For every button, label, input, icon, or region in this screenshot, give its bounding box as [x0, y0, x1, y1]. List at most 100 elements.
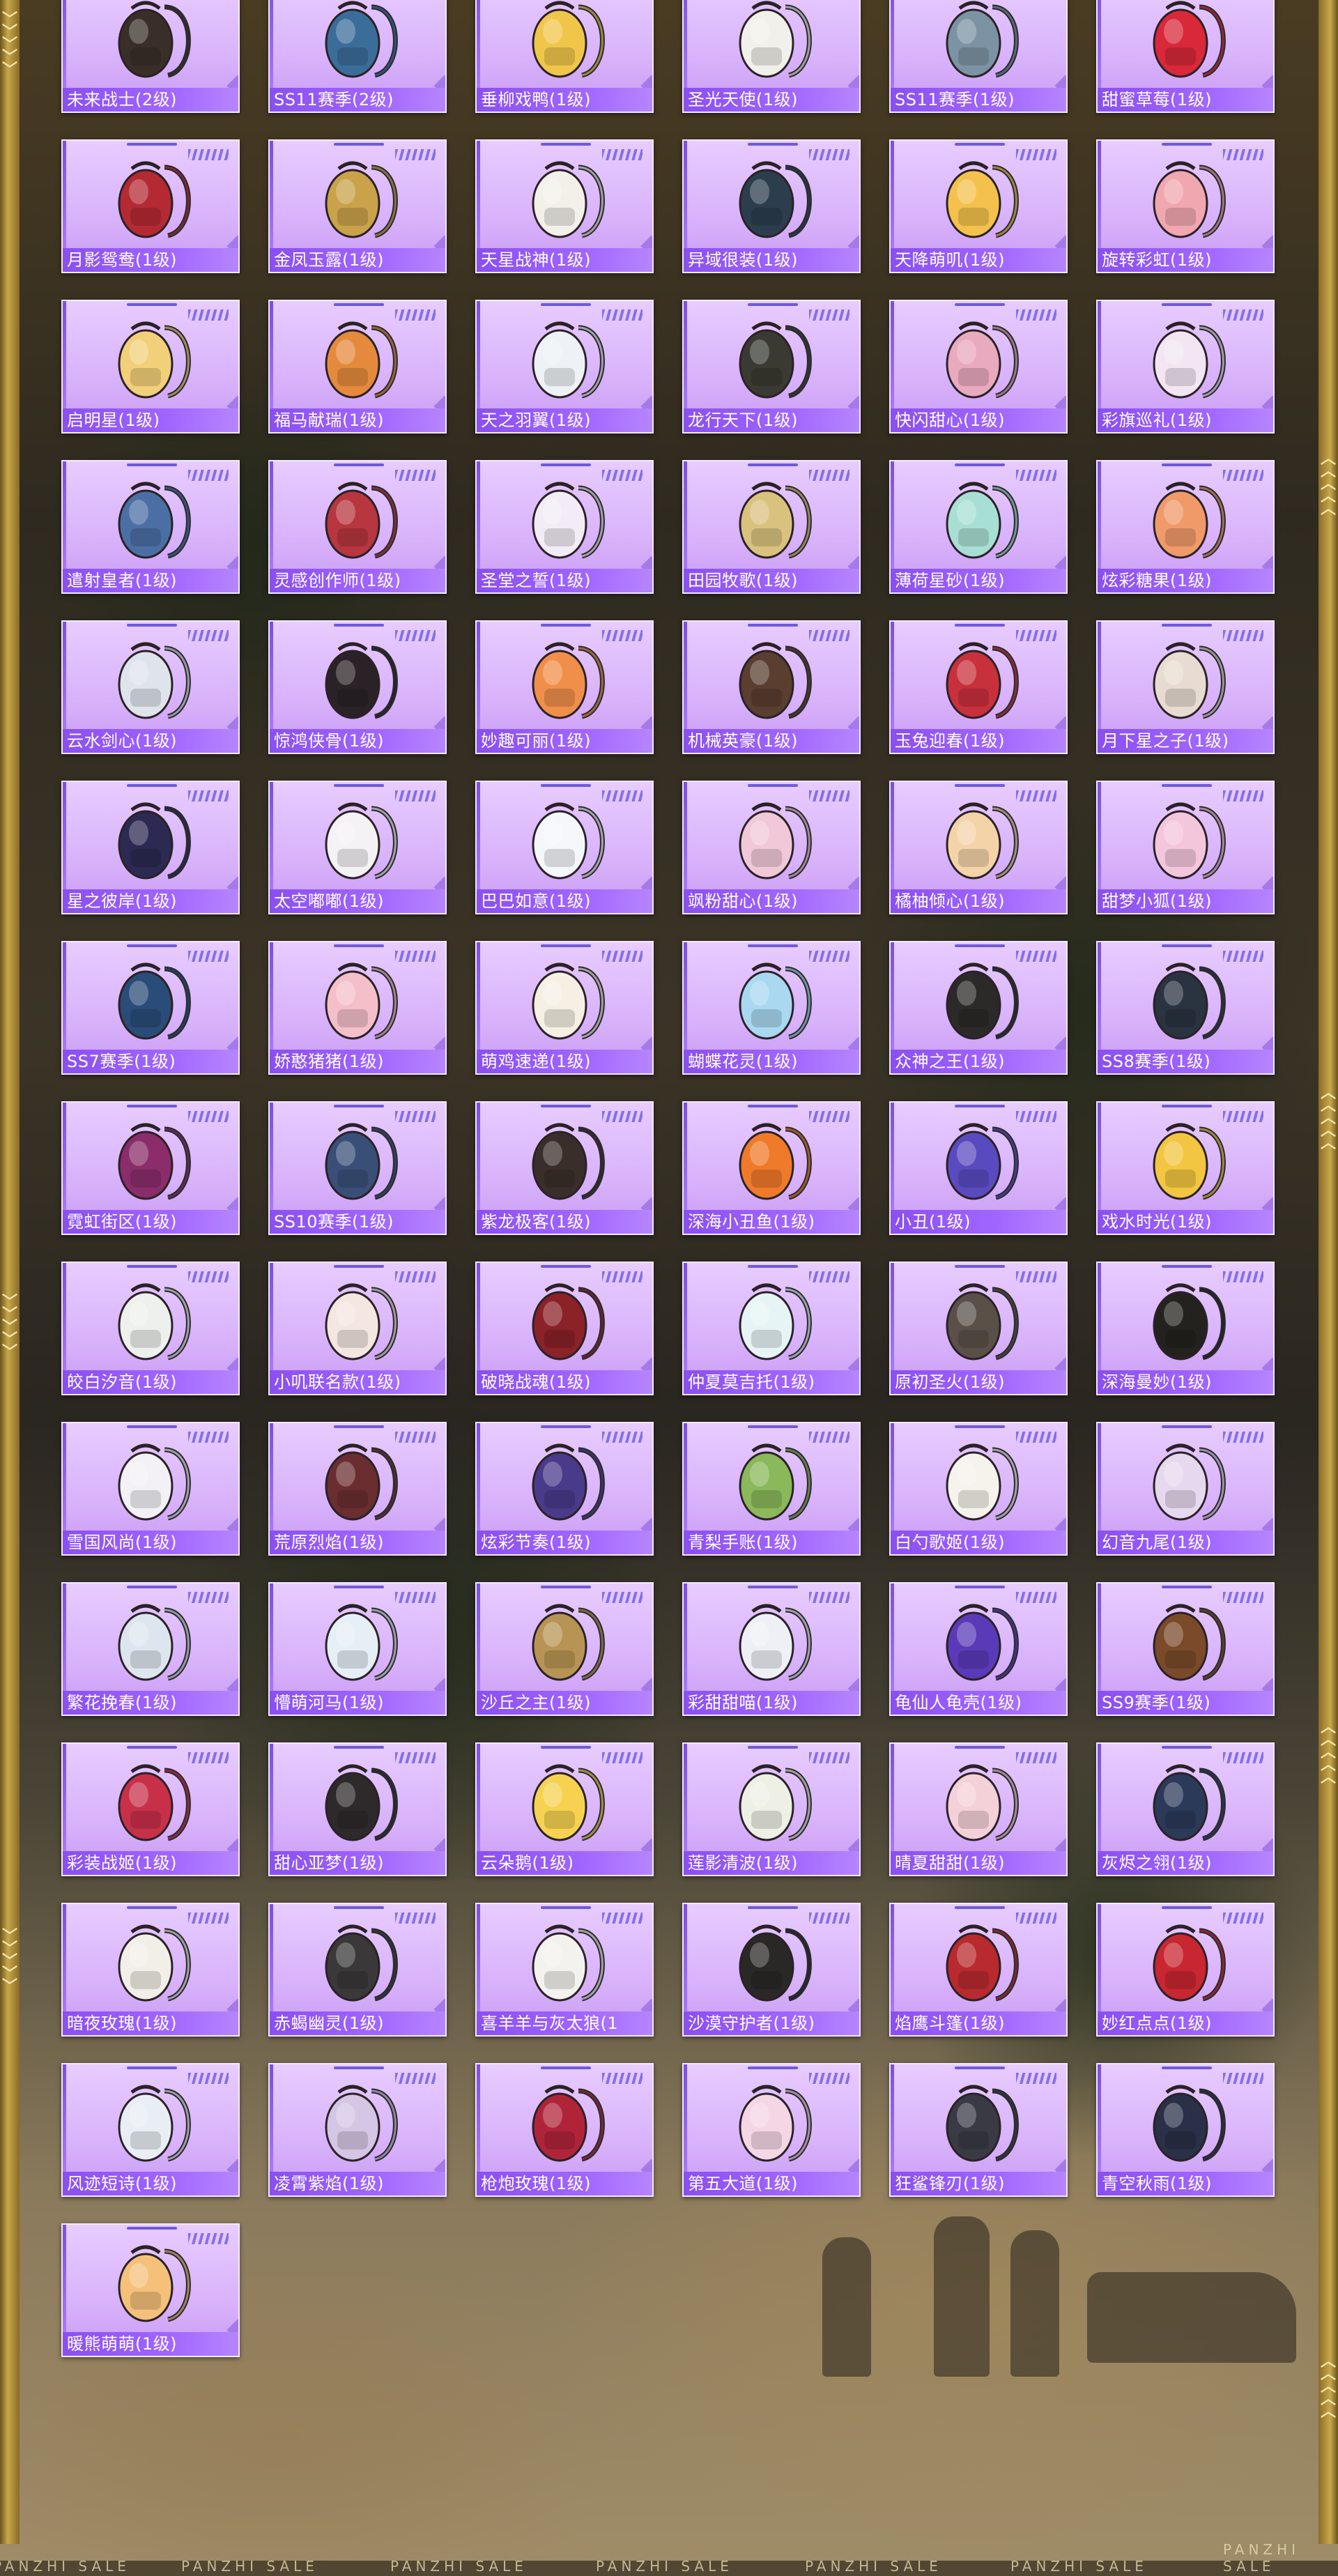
item-card[interactable]: 沙漠守护者(1级) — [682, 1903, 861, 2037]
item-card[interactable]: 繁花挽春(1级) — [61, 1582, 240, 1716]
item-card[interactable]: 炫彩节奏(1级) — [475, 1422, 654, 1556]
item-card[interactable]: 雪国风尚(1级) — [61, 1422, 240, 1556]
item-card[interactable]: 圣堂之誓(1级) — [475, 460, 654, 594]
item-card[interactable]: 旋转彩虹(1级) — [1096, 139, 1275, 273]
backpack-icon — [118, 1604, 191, 1681]
card-top-bar — [1162, 1586, 1212, 1588]
item-card[interactable]: 彩甜甜喵(1级) — [682, 1582, 861, 1716]
item-card[interactable]: 太空嘟嘟(1级) — [268, 781, 447, 914]
item-card[interactable]: 金凤玉露(1级) — [268, 139, 447, 273]
item-card[interactable]: 龟仙人龟壳(1级) — [889, 1582, 1068, 1716]
card-top-bar — [127, 1105, 177, 1107]
item-card[interactable]: 原初圣火(1级) — [889, 1262, 1068, 1395]
item-card[interactable]: 暖熊萌萌(1级) — [61, 2223, 240, 2357]
chevron-up-icon: ︿ ︿ ︿ ︿ ︿ — [1320, 2353, 1336, 2421]
item-card[interactable]: SS7赛季(1级) — [61, 941, 240, 1075]
item-card[interactable]: 懵萌河马(1级) — [268, 1582, 447, 1716]
item-card[interactable]: 妙红点点(1级) — [1096, 1903, 1275, 2037]
item-card[interactable]: SS9赛季(1级) — [1096, 1582, 1275, 1716]
item-card[interactable]: 莲影清波(1级) — [682, 1742, 861, 1876]
item-label: 沙漠守护者(1级) — [684, 2011, 859, 2035]
item-card[interactable]: 第五大道(1级) — [682, 2063, 861, 2197]
item-card[interactable]: 破晓战魂(1级) — [475, 1262, 654, 1395]
item-label: 玉兔迎春(1级) — [891, 729, 1066, 753]
item-card[interactable]: 天之羽翼(1级) — [475, 300, 654, 434]
item-card[interactable]: 沙丘之主(1级) — [475, 1582, 654, 1716]
item-card[interactable]: SS11赛季(1级) — [889, 0, 1068, 113]
item-card[interactable]: 幻音九尾(1级) — [1096, 1422, 1275, 1556]
item-card[interactable]: 彩装战姬(1级) — [61, 1742, 240, 1876]
card-top-bar — [748, 1586, 798, 1588]
item-card[interactable]: 深海小丑鱼(1级) — [682, 1101, 861, 1235]
item-card[interactable]: 赤蝎幽灵(1级) — [268, 1903, 447, 2037]
item-card[interactable]: 薄荷星砂(1级) — [889, 460, 1068, 594]
item-label: 蝴蝶花灵(1级) — [684, 1050, 859, 1073]
item-card[interactable]: 暗夜玫瑰(1级) — [61, 1903, 240, 2037]
item-card[interactable]: 甜蜜草莓(1级) — [1096, 0, 1275, 113]
item-card[interactable]: 快闪甜心(1级) — [889, 300, 1068, 434]
item-card[interactable]: 遣射皇者(1级) — [61, 460, 240, 594]
item-card[interactable]: 巴巴如意(1级) — [475, 781, 654, 914]
item-card[interactable]: 机械英豪(1级) — [682, 620, 861, 754]
item-label: 彩甜甜喵(1级) — [684, 1691, 859, 1715]
item-card[interactable]: 焰鹰斗篷(1级) — [889, 1903, 1068, 2037]
backpack-icon — [739, 2085, 812, 2162]
item-card[interactable]: 霓虹街区(1级) — [61, 1101, 240, 1235]
item-card[interactable]: 甜心亚梦(1级) — [268, 1742, 447, 1876]
item-card[interactable]: 仲夏莫吉托(1级) — [682, 1262, 861, 1395]
item-card[interactable]: 垂柳戏鸭(1级) — [475, 0, 654, 113]
item-card[interactable]: 彩旗巡礼(1级) — [1096, 300, 1275, 434]
item-card[interactable]: 灰烬之翎(1级) — [1096, 1742, 1275, 1876]
item-card[interactable]: 田园牧歌(1级) — [682, 460, 861, 594]
item-card[interactable]: 炫彩糖果(1级) — [1096, 460, 1275, 594]
item-card[interactable]: SS8赛季(1级) — [1096, 941, 1275, 1075]
item-card[interactable]: 荒原烈焰(1级) — [268, 1422, 447, 1556]
item-card[interactable]: 狂鲨锋刃(1级) — [889, 2063, 1068, 2197]
item-card[interactable]: 福马献瑞(1级) — [268, 300, 447, 434]
item-card[interactable]: 紫龙极客(1级) — [475, 1101, 654, 1235]
item-card[interactable]: 凌霄紫焰(1级) — [268, 2063, 447, 2197]
item-card[interactable]: 枪炮玫瑰(1级) — [475, 2063, 654, 2197]
item-card[interactable]: 圣光天使(1级) — [682, 0, 861, 113]
card-top-bar — [334, 1265, 384, 1268]
item-card[interactable]: 橘柚倾心(1级) — [889, 781, 1068, 914]
item-card[interactable]: 月下星之子(1级) — [1096, 620, 1275, 754]
item-card[interactable]: 深海曼妙(1级) — [1096, 1262, 1275, 1395]
item-card[interactable]: 飒粉甜心(1级) — [682, 781, 861, 914]
item-card[interactable]: 晴夏甜甜(1级) — [889, 1742, 1068, 1876]
item-card[interactable]: 小叽联名款(1级) — [268, 1262, 447, 1395]
item-card[interactable]: 天降萌叽(1级) — [889, 139, 1068, 273]
item-card[interactable]: 玉兔迎春(1级) — [889, 620, 1068, 754]
item-card[interactable]: 众神之王(1级) — [889, 941, 1068, 1075]
item-card[interactable]: 月影鸳鸯(1级) — [61, 139, 240, 273]
item-card[interactable]: 妙趣可丽(1级) — [475, 620, 654, 754]
item-card[interactable]: 小丑(1级) — [889, 1101, 1068, 1235]
item-card[interactable]: 云朵鹅(1级) — [475, 1742, 654, 1876]
item-card[interactable]: SS10赛季(1级) — [268, 1101, 447, 1235]
item-card[interactable]: 戏水时光(1级) — [1096, 1101, 1275, 1235]
item-card[interactable]: 异域很装(1级) — [682, 139, 861, 273]
card-top-bar — [127, 2067, 177, 2069]
item-card[interactable]: 青梨手账(1级) — [682, 1422, 861, 1556]
item-card[interactable]: 甜梦小狐(1级) — [1096, 781, 1275, 914]
item-card[interactable]: 娇憨猪猪(1级) — [268, 941, 447, 1075]
item-card[interactable]: 皎白汐音(1级) — [61, 1262, 240, 1395]
item-card[interactable]: 喜羊羊与灰太狼(1 — [475, 1903, 654, 2037]
item-card[interactable]: 天星战神(1级) — [475, 139, 654, 273]
item-card[interactable]: 龙行天下(1级) — [682, 300, 861, 434]
item-card[interactable]: 星之彼岸(1级) — [61, 781, 240, 914]
item-card[interactable]: 青空秋雨(1级) — [1096, 2063, 1275, 2197]
backpack-icon — [946, 1604, 1019, 1681]
item-card[interactable]: SS11赛季(2级) — [268, 0, 447, 113]
item-card[interactable]: 云水剑心(1级) — [61, 620, 240, 754]
item-card[interactable]: 惊鸿侠骨(1级) — [268, 620, 447, 754]
item-card[interactable]: 未来战士(2级) — [61, 0, 240, 113]
item-card[interactable]: 风迹短诗(1级) — [61, 2063, 240, 2197]
backpack-icon — [946, 1924, 1019, 2002]
card-top-bar — [334, 784, 384, 787]
item-card[interactable]: 启明星(1级) — [61, 300, 240, 434]
item-card[interactable]: 萌鸡速递(1级) — [475, 941, 654, 1075]
item-card[interactable]: 白勺歌姬(1级) — [889, 1422, 1068, 1556]
item-card[interactable]: 灵感创作师(1级) — [268, 460, 447, 594]
item-card[interactable]: 蝴蝶花灵(1级) — [682, 941, 861, 1075]
